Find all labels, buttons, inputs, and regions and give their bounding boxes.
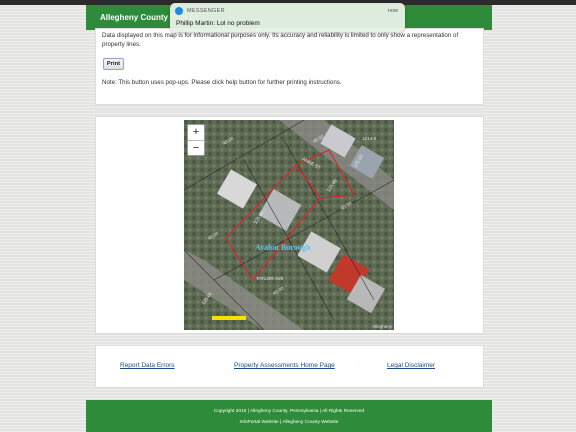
print-panel: Data displayed on this map is for inform… [95,28,484,105]
link-separator: · [203,362,205,368]
legal-disclaimer-link[interactable]: Legal Disclaimer [387,362,435,369]
print-note: Note: This button uses pop-ups. Please c… [102,79,342,86]
link-separator: · [358,362,360,368]
report-data-errors-link[interactable]: Report Data Errors [120,362,175,369]
zoom-in-button[interactable]: + [188,125,204,141]
disclaimer-text: Data displayed on this map is for inform… [102,32,459,48]
parcel-map[interactable]: 40.00 ANNE ST 125.00 125.00 40.00 40.00 … [184,120,394,330]
svg-text:TAYLOR AVE: TAYLOR AVE [256,276,284,281]
notification-app-name: MESSENGER [187,8,225,14]
messenger-notification[interactable]: MESSENGER now Phillip Martin: Lol no pro… [170,3,405,32]
site-footer: Copyright 2015 | Allegheny County, Penns… [86,400,492,432]
map-panel: 40.00 ANNE ST 125.00 125.00 40.00 40.00 … [95,116,484,334]
map-attribution: Allegheny [372,324,392,329]
notification-message: Phillip Martin: Lol no problem [176,20,260,27]
print-button[interactable]: Print [103,58,124,70]
messenger-icon [175,7,183,15]
footer-links[interactable]: InfoPortal Website | Allegheny County We… [86,420,492,425]
links-panel: Report Data Errors · Property Assessment… [95,345,484,388]
copyright-text: Copyright 2015 | Allegheny County, Penns… [213,409,365,414]
zoom-control: + − [187,124,205,156]
svg-text:1214-0: 1214-0 [362,136,377,141]
zoom-out-button[interactable]: − [188,141,204,156]
municipality-label: Avalon Borough [255,243,311,252]
aerial-imagery: 40.00 ANNE ST 125.00 125.00 40.00 40.00 … [184,120,394,330]
notification-time: now [387,8,398,14]
assessments-home-link[interactable]: Property Assessments Home Page [234,362,335,369]
